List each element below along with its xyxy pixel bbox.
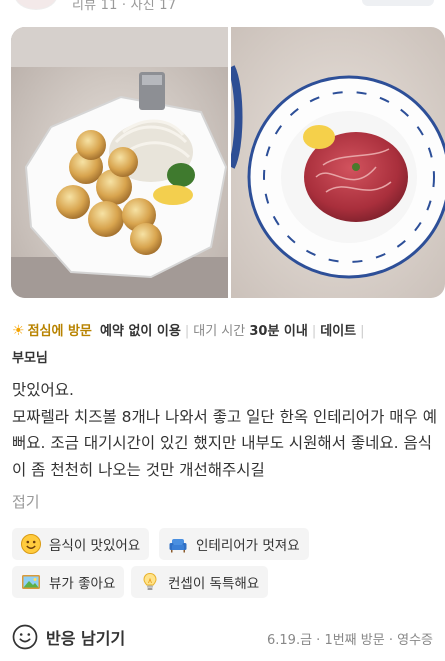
review-footer: 반응 남기기 6.19.금 · 1번째 방문 · 영수증 bbox=[0, 620, 445, 656]
leave-reaction-button[interactable]: 반응 남기기 bbox=[12, 624, 125, 650]
wait-time-label: 대기 시간 bbox=[193, 324, 246, 339]
follow-button[interactable] bbox=[362, 0, 434, 6]
visit-time-tag: 점심에 방문 bbox=[27, 324, 92, 339]
sun-icon: ☀ bbox=[12, 323, 25, 339]
visit-count: 1번째 방문 bbox=[324, 633, 385, 648]
profile-header: 리뷰 11 · 사진 17 bbox=[0, 0, 445, 22]
keyword-label: 음식이 맛있어요 bbox=[49, 538, 141, 554]
keyword-label: 인테리어가 멋져요 bbox=[196, 538, 300, 554]
reaction-smiley-icon bbox=[12, 624, 38, 650]
smiley-icon bbox=[20, 533, 42, 555]
review-body: 맛있어요. 모짜렐라 치즈볼 8개나 나와서 좋고 일단 한옥 인테리어가 매우… bbox=[12, 377, 437, 483]
keyword-label: 뷰가 좋아요 bbox=[49, 576, 116, 592]
leave-reaction-label: 반응 남기기 bbox=[46, 629, 126, 648]
keyword-label: 컨셉이 독특해요 bbox=[168, 576, 260, 592]
avatar[interactable] bbox=[14, 0, 58, 10]
food-photo-fried-cheese-balls[interactable] bbox=[11, 27, 228, 298]
keyword-chip-view[interactable]: 뷰가 좋아요 bbox=[12, 566, 125, 598]
review-photos bbox=[11, 27, 445, 298]
keyword-chip-concept[interactable]: 컨셉이 독특해요 bbox=[131, 566, 269, 598]
verification-type: 영수증 bbox=[397, 633, 433, 648]
keyword-chip-food[interactable]: 음식이 맛있어요 bbox=[12, 528, 150, 560]
companion-tag: 부모님 bbox=[12, 351, 48, 366]
sofa-icon bbox=[167, 533, 189, 555]
visit-date: 6.19.금 bbox=[267, 633, 313, 648]
reservation-tag: 예약 없이 이용 bbox=[100, 324, 181, 339]
purpose-tag: 데이트 bbox=[320, 324, 357, 339]
visit-tags: ☀ 점심에 방문 예약 없이 이용 | 대기 시간 30분 이내 | 데이트 | 부모님 bbox=[12, 323, 365, 366]
wait-time-value: 30분 이내 bbox=[249, 324, 308, 339]
landscape-icon bbox=[20, 571, 42, 593]
keyword-chip-interior[interactable]: 인테리어가 멋져요 bbox=[159, 528, 309, 560]
reviewer-stats: 리뷰 11 · 사진 17 bbox=[72, 0, 177, 13]
collapse-button[interactable]: 접기 bbox=[12, 491, 40, 512]
visit-meta: 6.19.금 · 1번째 방문 · 영수증 bbox=[267, 633, 433, 648]
food-photo-beef-dish[interactable] bbox=[231, 27, 445, 298]
lightbulb-icon bbox=[139, 571, 161, 593]
review-text: 맛있어요. 모짜렐라 치즈볼 8개나 나와서 좋고 일단 한옥 인테리어가 매우… bbox=[12, 381, 437, 479]
